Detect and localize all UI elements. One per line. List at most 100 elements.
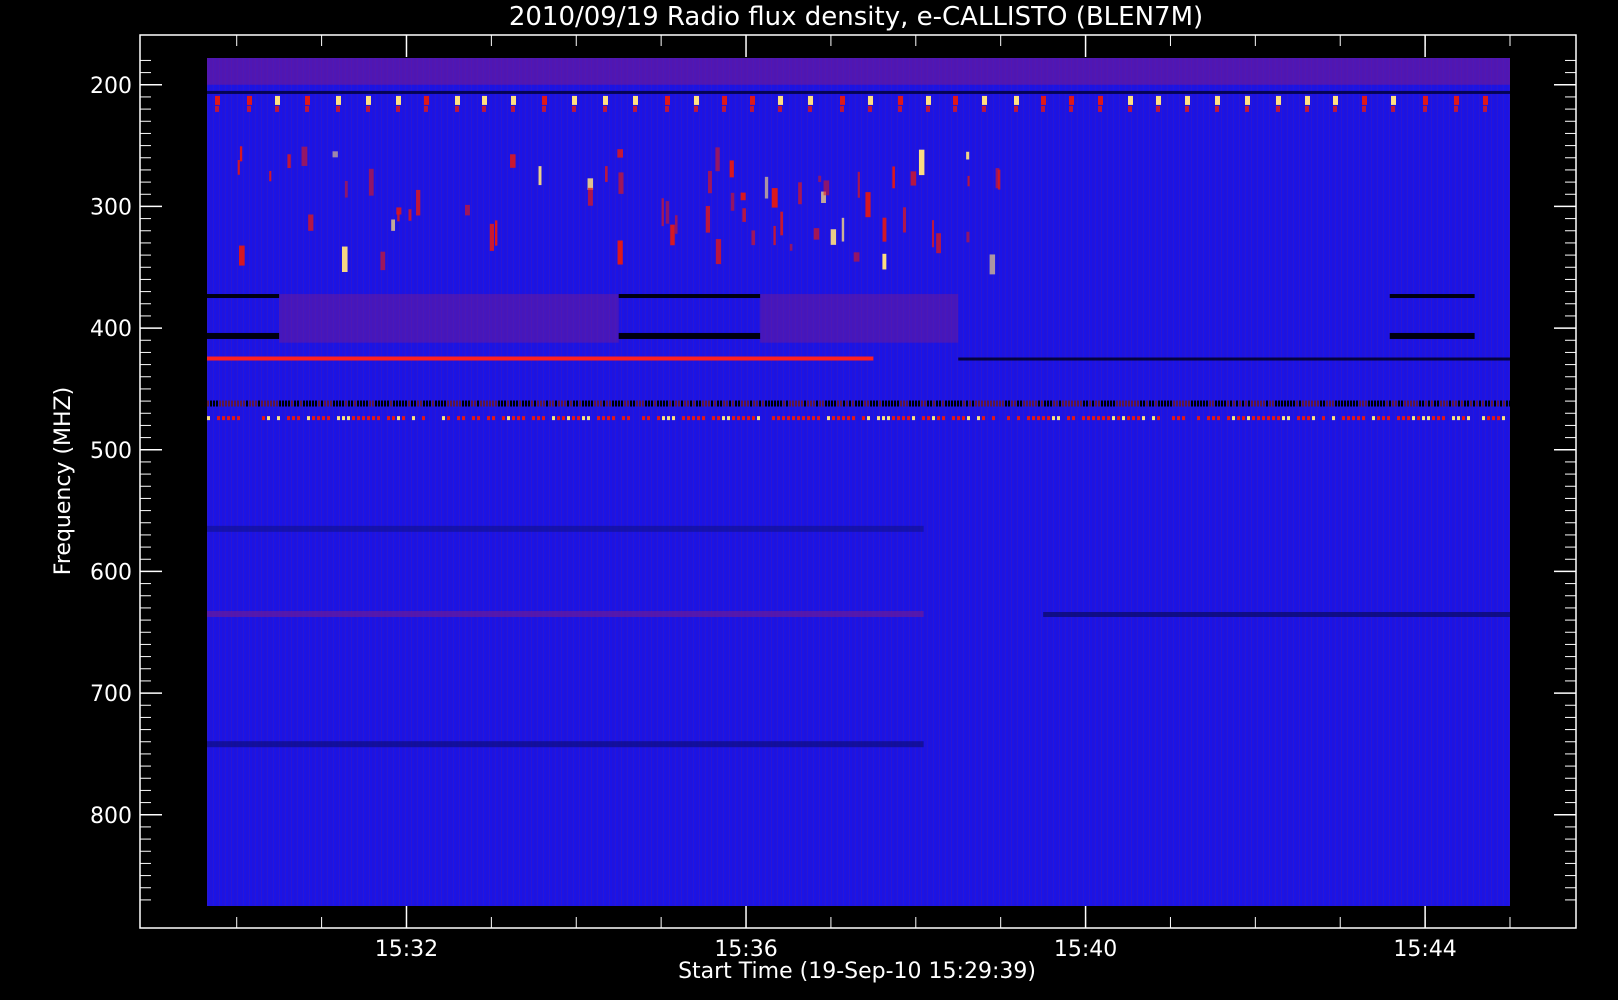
dark-band-cell xyxy=(1398,400,1400,407)
dark-band-cell xyxy=(399,400,401,407)
dark-band-cell xyxy=(798,400,800,407)
dark-band-cell xyxy=(957,400,959,407)
dark-band-cell xyxy=(1329,400,1331,407)
interference-purple-block xyxy=(760,294,959,343)
burst-streak xyxy=(789,243,793,251)
dark-band-cell xyxy=(1224,400,1226,407)
dotted-line-cell xyxy=(1132,416,1135,421)
dark-band-cell xyxy=(345,400,347,407)
dark-band-cell xyxy=(1422,400,1424,407)
burst-streak xyxy=(618,172,624,194)
dark-band-cell xyxy=(1359,400,1361,407)
dark-band-cell xyxy=(1251,400,1253,407)
dark-band-cell xyxy=(786,400,788,407)
dark-band-cell xyxy=(600,400,602,407)
dark-band-cell xyxy=(1344,400,1346,407)
red-line-425mhz xyxy=(207,356,874,361)
dark-band-cell xyxy=(1044,400,1046,407)
dark-band-cell xyxy=(1407,400,1409,407)
dark-band-cell xyxy=(303,400,305,407)
dark-band-cell xyxy=(1125,400,1127,407)
burst-streak xyxy=(341,246,348,273)
dark-band-cell xyxy=(717,400,719,407)
dark-band-cell xyxy=(573,400,575,407)
dark-band-cell xyxy=(1092,400,1094,407)
dark-band-cell xyxy=(1113,400,1115,407)
dotted-line-cell xyxy=(1102,416,1105,421)
narrowband-blip xyxy=(1128,95,1133,105)
narrowband-blip-tail xyxy=(396,105,400,112)
dotted-line-cell xyxy=(1442,416,1445,421)
narrowband-blip-tail xyxy=(633,105,637,112)
dark-band-cell xyxy=(1281,400,1283,407)
dark-band-cell xyxy=(1302,400,1304,407)
dotted-line-cell xyxy=(287,416,290,421)
interference-dark-line xyxy=(207,332,280,339)
dotted-line-cell xyxy=(1502,416,1505,421)
narrowband-blip xyxy=(511,95,516,105)
dark-band-cell xyxy=(780,400,782,407)
dark-band-cell xyxy=(1392,400,1394,407)
dotted-line-cell xyxy=(322,416,325,421)
dotted-line-cell xyxy=(537,416,540,421)
dark-band-cell xyxy=(1071,400,1073,407)
burst-streak xyxy=(332,151,338,158)
dark-band-cell xyxy=(543,400,545,407)
dark-band-cell xyxy=(441,400,443,407)
dark-band-cell xyxy=(474,400,476,407)
dotted-line-cell xyxy=(277,416,280,421)
dotted-line-cell xyxy=(1267,416,1270,421)
dotted-line-cell xyxy=(827,416,830,421)
burst-streak xyxy=(380,251,386,271)
burst-streak xyxy=(813,228,820,240)
narrowband-blip xyxy=(1362,95,1367,105)
narrowband-blip xyxy=(1041,95,1046,105)
dark-band-cell xyxy=(462,400,464,407)
dotted-line-cell xyxy=(912,416,915,421)
dark-band-cell xyxy=(522,400,524,407)
dark-band-cell xyxy=(801,400,803,407)
dark-band-cell xyxy=(1143,400,1145,407)
dark-band-cell xyxy=(681,400,683,407)
dark-band-cell xyxy=(1296,400,1298,407)
burst-streak xyxy=(510,154,516,168)
dotted-line-cell xyxy=(877,416,880,421)
dotted-line-cell xyxy=(567,416,570,421)
dotted-line-cell xyxy=(1052,416,1055,421)
dark-band-cell xyxy=(282,400,284,407)
burst-streak xyxy=(798,182,802,205)
dotted-line-cell xyxy=(292,416,295,421)
dotted-line-cell xyxy=(1402,416,1405,421)
dark-band-cell xyxy=(507,400,509,407)
dark-band-cell xyxy=(846,400,848,407)
dark-band-cell xyxy=(1287,400,1289,407)
dark-band-cell xyxy=(276,400,278,407)
dark-band-cell xyxy=(1131,400,1133,407)
dark-band-cell xyxy=(1017,400,1019,407)
burst-streak xyxy=(489,223,494,251)
dotted-line-cell xyxy=(377,416,380,421)
burst-streak xyxy=(237,160,240,175)
dark-band-cell xyxy=(1239,400,1241,407)
dotted-line-cell xyxy=(502,416,505,421)
dotted-line-cell xyxy=(867,416,870,421)
dark-band-cell xyxy=(1212,400,1214,407)
dark-band-cell xyxy=(897,400,899,407)
y-tick-label: 700 xyxy=(90,682,132,707)
dotted-line-cell xyxy=(487,416,490,421)
dotted-line-cell xyxy=(442,416,445,421)
dark-band-cell xyxy=(486,400,488,407)
dark-band-cell xyxy=(1134,400,1136,407)
dotted-line-cell xyxy=(1217,416,1220,421)
dark-band-cell xyxy=(438,400,440,407)
dark-band-cell xyxy=(567,400,569,407)
dark-band-cell xyxy=(1437,400,1439,407)
dotted-line-cell xyxy=(1302,416,1305,421)
dark-band-cell xyxy=(1233,400,1235,407)
dotted-line-cell xyxy=(1262,416,1265,421)
dotted-line-cell xyxy=(317,416,320,421)
dark-band-cell xyxy=(561,400,563,407)
dark-band-cell xyxy=(1362,400,1364,407)
dark-band-cell xyxy=(660,400,662,407)
dotted-line-cell xyxy=(1357,416,1360,421)
